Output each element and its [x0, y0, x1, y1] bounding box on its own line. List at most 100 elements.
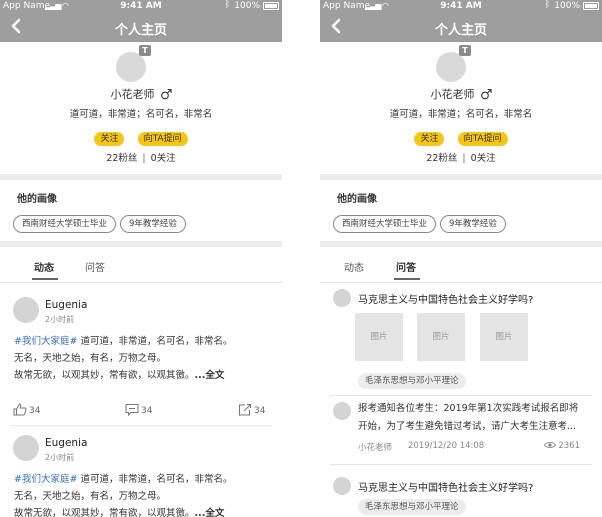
- post-hashtag[interactable]: #我们大家庭#: [14, 474, 77, 485]
- post-line: 无名，天地之始，有名，万物之母。: [14, 491, 167, 502]
- post-actions: 34 34 34: [0, 403, 282, 417]
- username: 小花老师: [0, 86, 282, 102]
- battery-icon: [263, 2, 279, 10]
- read-more-link[interactable]: ...全文: [195, 508, 225, 517]
- page-title: 个人主页: [434, 23, 487, 38]
- battery-percent: 100%: [554, 1, 580, 11]
- portrait-card: 他的画像 西南财经大学硕士毕业 9年教学经验: [0, 180, 282, 241]
- share-action[interactable]: 34: [238, 403, 265, 416]
- topic-tag[interactable]: 毛泽东思想与邓小平理论: [358, 499, 466, 515]
- portrait-tags: 西南财经大学硕士毕业 9年教学经验: [333, 211, 510, 233]
- qa-meta: 小花老师 2019/12/20 14:08 2361: [358, 441, 580, 453]
- teacher-badge: T: [139, 45, 151, 56]
- username: 小花老师: [320, 86, 602, 102]
- follow-stats: 22粉丝 | 0关注: [0, 150, 282, 164]
- post-author[interactable]: Eugenia: [45, 299, 87, 311]
- qa-author[interactable]: 小花老师: [358, 443, 392, 453]
- portrait-tag: 9年教学经验: [120, 215, 186, 233]
- portrait-title: 他的画像: [17, 194, 57, 205]
- profile-card: T 小花老师 道可道，非常道；名可名，非常名 关注 向TA提问 22粉丝 | 0关注: [320, 42, 602, 174]
- username-text: 小花老师: [110, 88, 155, 101]
- post-time: 2小时前: [45, 453, 75, 462]
- fans-count[interactable]: 22粉丝: [106, 153, 137, 164]
- ask-question-button[interactable]: 向TA提问: [137, 132, 188, 146]
- qa-title[interactable]: 马克思主义与中国特色社会主义好学吗?: [358, 291, 533, 306]
- qa-notice-line: 报考通知各位考生：2019年第1次实践考试报名即将: [358, 403, 579, 414]
- ask-question-button[interactable]: 向TA提问: [457, 132, 508, 146]
- post-avatar[interactable]: [13, 435, 39, 461]
- status-bar: App Name ▂▃▅ ◠ 9:41 AM ᛒ 100%: [320, 0, 602, 13]
- share-count: 34: [254, 406, 266, 416]
- qa-date: 2019/12/20 14:08: [408, 441, 485, 451]
- battery-icon: [583, 2, 599, 10]
- content-card: 动态 问答 马克思主义与中国特色社会主义好学吗? 图片 图片 图片 毛泽东思想与…: [320, 247, 602, 517]
- bluetooth-icon: ᛒ: [224, 0, 230, 10]
- nav-bar: App Name ▂▃▅ ◠ 9:41 AM ᛒ 100% 个人主页: [320, 0, 602, 42]
- tab-qa[interactable]: 问答: [396, 259, 416, 274]
- post-line: 故常无欲，以观其妙，常有欲，以观其徼。: [14, 370, 195, 381]
- like-icon: [13, 403, 27, 416]
- portrait-card: 他的画像 西南财经大学硕士毕业 9年教学经验: [320, 180, 602, 241]
- content-tabs: 动态 问答: [320, 247, 602, 283]
- bluetooth-icon: ᛒ: [544, 0, 550, 10]
- profile-actions: 关注 向TA提问: [320, 126, 602, 146]
- portrait-title: 他的画像: [337, 194, 377, 205]
- post-hashtag[interactable]: #我们大家庭#: [14, 336, 77, 347]
- user-bio: 道可道，非常道；名可名，非常名: [69, 109, 213, 120]
- comment-count: 34: [141, 406, 153, 416]
- image-placeholder[interactable]: 图片: [417, 313, 465, 361]
- portrait-tag: 西南财经大学硕士毕业: [13, 215, 117, 233]
- following-count[interactable]: 0关注: [471, 153, 496, 164]
- follow-button[interactable]: 关注: [94, 132, 125, 146]
- image-placeholder[interactable]: 图片: [355, 313, 403, 361]
- portrait-tags: 西南财经大学硕士毕业 9年教学经验: [13, 211, 190, 233]
- tab-qa[interactable]: 问答: [85, 259, 105, 274]
- qa-avatar[interactable]: [333, 402, 351, 420]
- qa-divider: [330, 464, 592, 465]
- qa-avatar[interactable]: [333, 289, 351, 307]
- qa-divider: [330, 395, 592, 396]
- content-card: 动态 问答 Eugenia 2小时前 #我们大家庭# 道可道，非常道，名可名，非…: [0, 247, 282, 517]
- share-icon: [239, 404, 251, 416]
- battery-percent: 100%: [234, 1, 260, 11]
- qa-views: 2361: [544, 441, 580, 451]
- portrait-tag: 9年教学经验: [440, 215, 506, 233]
- tab-posts[interactable]: 动态: [344, 259, 364, 274]
- post-line: 道可道，非常道，名可名，非常名。: [77, 336, 233, 347]
- follow-button[interactable]: 关注: [414, 132, 445, 146]
- tab-posts[interactable]: 动态: [34, 259, 54, 274]
- male-gender-icon: [480, 88, 492, 100]
- qa-title[interactable]: 马克思主义与中国特色社会主义好学吗?: [358, 479, 533, 494]
- like-count: 34: [29, 406, 41, 416]
- read-more-link[interactable]: ...全文: [195, 370, 225, 381]
- post-avatar[interactable]: [13, 297, 39, 323]
- like-action[interactable]: 34: [13, 403, 40, 416]
- post-body: #我们大家庭# 道可道，非常道，名可名，非常名。 无名，天地之始，有名，万物之母…: [14, 471, 272, 517]
- comment-action[interactable]: 34: [125, 403, 153, 417]
- post-author[interactable]: Eugenia: [45, 437, 87, 449]
- fans-count[interactable]: 22粉丝: [426, 153, 457, 164]
- active-tab-indicator: [394, 278, 420, 280]
- stats-separator: |: [462, 153, 466, 164]
- post-divider: [10, 425, 272, 426]
- phone-screen-posts: App Name ▂▃▅ ◠ 9:41 AM ᛒ 100% 个人主页 T 小花老…: [0, 0, 282, 517]
- post-time: 2小时前: [45, 315, 75, 324]
- avatar[interactable]: [116, 52, 146, 82]
- status-bar: App Name ▂▃▅ ◠ 9:41 AM ᛒ 100%: [0, 0, 282, 13]
- eye-icon: [544, 442, 557, 448]
- nav-bar: App Name ▂▃▅ ◠ 9:41 AM ᛒ 100% 个人主页: [0, 0, 282, 42]
- post-body: #我们大家庭# 道可道，非常道，名可名，非常名。 无名，天地之始，有名，万物之母…: [14, 333, 272, 384]
- post-line: 道可道，非常道，名可名，非常名。: [77, 474, 233, 485]
- topic-tag[interactable]: 毛泽东思想与邓小平理论: [358, 373, 466, 389]
- username-text: 小花老师: [430, 88, 475, 101]
- post-line: 无名，天地之始，有名，万物之母。: [14, 353, 167, 364]
- image-placeholder[interactable]: 图片: [480, 313, 528, 361]
- following-count[interactable]: 0关注: [151, 153, 176, 164]
- qa-avatar[interactable]: [333, 477, 351, 495]
- avatar[interactable]: [436, 52, 466, 82]
- phone-screen-qa: App Name ▂▃▅ ◠ 9:41 AM ᛒ 100% 个人主页 T 小花老…: [320, 0, 602, 517]
- page-title: 个人主页: [114, 23, 167, 38]
- profile-card: T 小花老师 道可道，非常道；名可名，非常名 关注 向TA提问 22粉丝 | 0关注: [0, 42, 282, 174]
- male-gender-icon: [160, 88, 172, 100]
- comment-icon: [125, 404, 139, 417]
